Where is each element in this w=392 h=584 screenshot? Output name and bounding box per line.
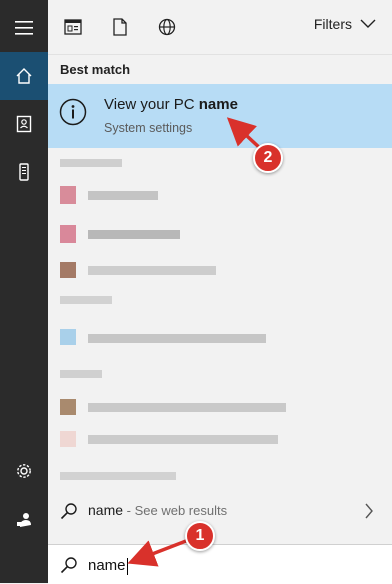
section-title: Best match	[60, 62, 131, 77]
best-match-title: View your PC name	[104, 96, 238, 113]
list-item[interactable]	[60, 262, 76, 278]
best-match-result[interactable]: View your PC name System settings	[48, 84, 392, 148]
filters-dropdown[interactable]: Filters	[314, 16, 376, 32]
device-icon[interactable]	[0, 148, 48, 196]
settings-icon[interactable]	[0, 447, 48, 495]
text-caret	[126, 557, 128, 575]
search-input[interactable]: name	[88, 557, 128, 575]
info-icon	[59, 98, 87, 126]
web-icon[interactable]	[156, 16, 178, 38]
menu-icon[interactable]	[0, 4, 48, 52]
list-item[interactable]	[60, 399, 76, 415]
apps-icon[interactable]	[62, 16, 84, 38]
filter-toolbar: Filters	[48, 0, 392, 55]
notebook-icon[interactable]	[0, 100, 48, 148]
list-item[interactable]	[60, 431, 76, 447]
filters-label: Filters	[313, 16, 352, 32]
search-box[interactable]: name	[48, 544, 392, 584]
home-icon[interactable]	[0, 52, 48, 100]
list-item[interactable]	[60, 186, 76, 204]
search-icon	[60, 503, 77, 520]
chevron-right-icon[interactable]	[364, 502, 374, 520]
left-rail	[0, 0, 48, 583]
chevron-down-icon	[360, 19, 376, 28]
web-search-text: name - See web results	[88, 502, 228, 518]
documents-icon[interactable]	[109, 16, 131, 38]
web-search-result[interactable]: name - See web results	[48, 496, 392, 526]
annotation-marker-2: 2	[253, 143, 283, 173]
feedback-icon[interactable]	[0, 496, 48, 544]
search-icon	[60, 557, 77, 574]
list-item[interactable]	[60, 225, 76, 243]
list-item[interactable]	[60, 329, 76, 345]
annotation-marker-1: 1	[185, 521, 215, 551]
best-match-subtitle: System settings	[104, 121, 193, 135]
